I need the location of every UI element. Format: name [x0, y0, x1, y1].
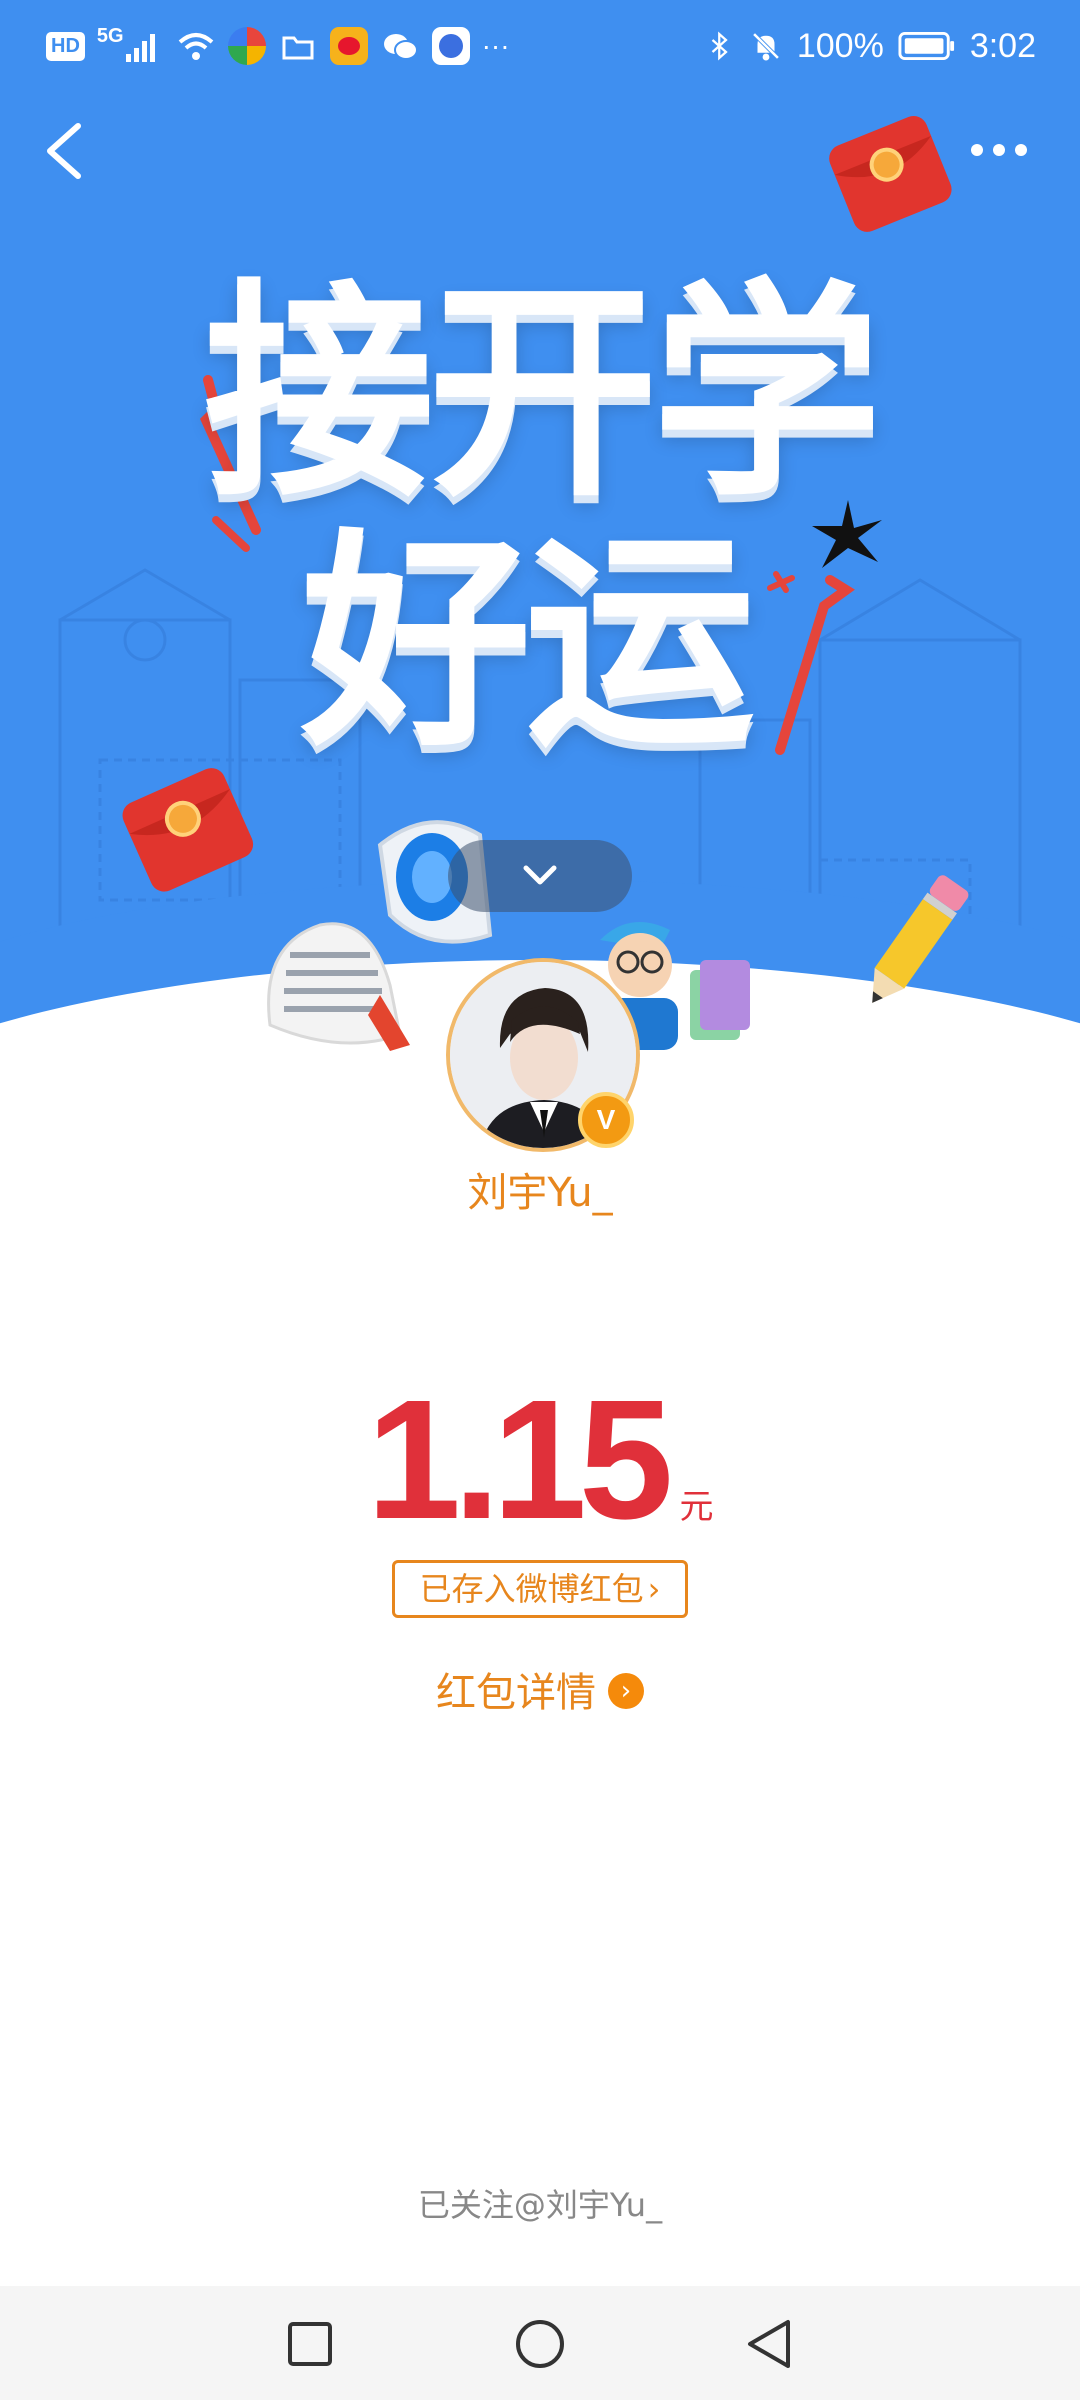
sender-name[interactable]: 刘宇Yu_ — [0, 1160, 1080, 1218]
clock: 3:02 — [969, 26, 1036, 65]
app-icon — [227, 27, 266, 65]
red-envelope-sticker-top — [829, 116, 952, 232]
banner-title: 接开学 好运 — [0, 270, 1080, 770]
red-packet-amount: 1.15 — [366, 1365, 674, 1555]
saved-to-wallet-label: 已存入微博红包 — [419, 1570, 644, 1608]
back-button[interactable] — [34, 116, 94, 186]
status-bar-left: HD 5G ··· — [46, 24, 510, 66]
battery-percent: 100% — [796, 26, 884, 65]
status-bar-right: 100% 3:02 — [705, 26, 1036, 66]
overflow-notifications: ··· — [481, 30, 510, 61]
amount-block: 1.15 元 — [0, 1370, 1080, 1550]
dot-icon — [1015, 144, 1027, 156]
red-packet-screen: 接开学 好运 HD 5G ··· 100% 3:02 V 刘宇Yu_ 1.15 … — [0, 0, 1080, 2400]
banner-title-line1: 接开学 — [203, 261, 882, 528]
system-navigation-bar — [0, 2286, 1080, 2400]
dot-icon — [993, 144, 1005, 156]
pencil-sticker — [872, 875, 969, 1003]
dot-icon — [971, 144, 983, 156]
folder-icon — [282, 36, 314, 60]
collapse-banner-button[interactable] — [448, 840, 632, 912]
mute-bell-icon — [752, 32, 780, 61]
battery-icon — [898, 31, 954, 61]
more-options-button[interactable] — [966, 130, 1042, 170]
weibo-icon — [329, 27, 368, 65]
saved-to-wallet-button[interactable]: 已存入微博红包 › — [392, 1560, 688, 1618]
recents-square-icon[interactable] — [282, 2316, 338, 2372]
verified-badge: V — [578, 1092, 634, 1148]
banner-title-line2: 好运 — [300, 511, 755, 778]
chevron-down-icon — [523, 865, 557, 885]
red-packet-details-link[interactable]: 红包详情 › — [0, 1660, 1080, 1718]
red-envelope-sticker-left — [122, 768, 254, 892]
followed-status: 已关注@刘宇Yu_ — [417, 2186, 663, 2224]
home-circle-icon[interactable] — [512, 2316, 568, 2372]
hd-badge: HD — [46, 31, 85, 61]
bluetooth-icon — [711, 31, 728, 61]
browser-icon — [431, 27, 470, 65]
signal-icon — [125, 34, 155, 62]
wechat-icon — [383, 34, 418, 60]
chevron-right-icon: › — [647, 1570, 661, 1608]
status-bar: HD 5G ··· 100% 3:02 — [0, 0, 1080, 96]
details-label: 红包详情 — [436, 1670, 596, 1716]
currency-unit: 元 — [679, 1487, 714, 1527]
chevron-right-circle-icon: › — [608, 1673, 644, 1709]
back-triangle-icon[interactable] — [742, 2316, 798, 2372]
wifi-icon — [178, 33, 213, 60]
network-type-label: 5G — [96, 24, 124, 47]
